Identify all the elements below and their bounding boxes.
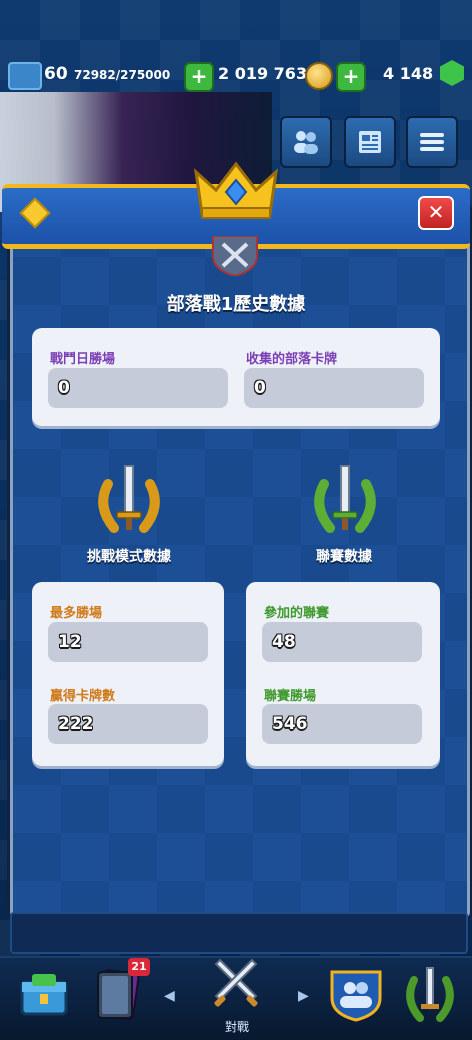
friends-button[interactable] [280,116,332,168]
challenge-section-label: 挑戰模式數據 [87,549,171,565]
cards-notification-badge: 21 [128,958,150,976]
shop-chest-icon[interactable] [14,964,74,1024]
clan-war-panel: 戰鬥日勝場 0 收集的部落卡牌 0 [32,328,440,426]
menu-button[interactable] [406,116,458,168]
gold-amount: 2 019 763 [218,64,308,83]
tournament-laurel-icon [314,465,376,533]
battle-day-wins-label: 戰鬥日勝場 [50,352,116,367]
tournament-wins-value: 546 [272,714,308,734]
tournaments-played-label: 參加的聯賽 [264,606,330,621]
battle-swords-icon[interactable] [206,956,266,1016]
max-wins-box: 12 [48,622,208,662]
challenge-panel: 最多勝場 12 贏得卡牌數 222 [32,582,224,766]
battle-nav-label: 對戰 [224,1020,249,1034]
nav-left-arrow-icon[interactable]: ◀ [164,988,175,1004]
xp-value: 72982/275000 [74,68,171,82]
friends-icon [294,131,318,154]
battle-day-wins-box: 0 [48,368,228,408]
cards-collected-label: 收集的部落卡牌 [246,352,338,367]
close-button[interactable]: ✕ [418,196,454,230]
crown-icon [193,161,279,219]
add-gold-button[interactable]: + [184,62,214,92]
news-button[interactable] [344,116,396,168]
gold-coin-icon [305,62,333,90]
tournaments-played-box: 48 [262,622,422,662]
max-wins-label: 最多勝場 [50,606,103,621]
battle-day-wins-value: 0 [58,378,70,398]
background-slots [10,912,468,954]
clan-social-icon[interactable] [326,964,386,1024]
cards-won-value: 222 [58,714,94,734]
level-badge-icon[interactable] [8,62,42,90]
cards-collected-value: 0 [254,378,266,398]
cards-won-label: 贏得卡牌數 [50,689,116,704]
news-icon [359,131,381,153]
tournaments-played-value: 48 [272,632,296,652]
cards-collected-box: 0 [244,368,424,408]
nav-right-arrow-icon[interactable]: ▶ [298,988,309,1004]
tournament-section-label: 聯賽數據 [316,549,372,565]
hamburger-menu-icon [420,133,444,151]
tournament-wins-box: 546 [262,704,422,744]
clan-war-emblem-icon [212,236,258,276]
max-wins-value: 12 [58,632,82,652]
cards-won-box: 222 [48,704,208,744]
gem-amount: 4 148 [383,64,434,83]
level-value: 60 [44,64,68,84]
events-laurel-icon[interactable] [400,964,460,1024]
modal-title: 部落戰1歷史數據 [166,294,306,315]
tournament-wins-label: 聯賽勝場 [264,689,317,704]
tournament-panel: 參加的聯賽 48 聯賽勝場 546 [246,582,440,766]
add-gems-button[interactable]: + [336,62,366,92]
challenge-laurel-icon [98,465,160,533]
